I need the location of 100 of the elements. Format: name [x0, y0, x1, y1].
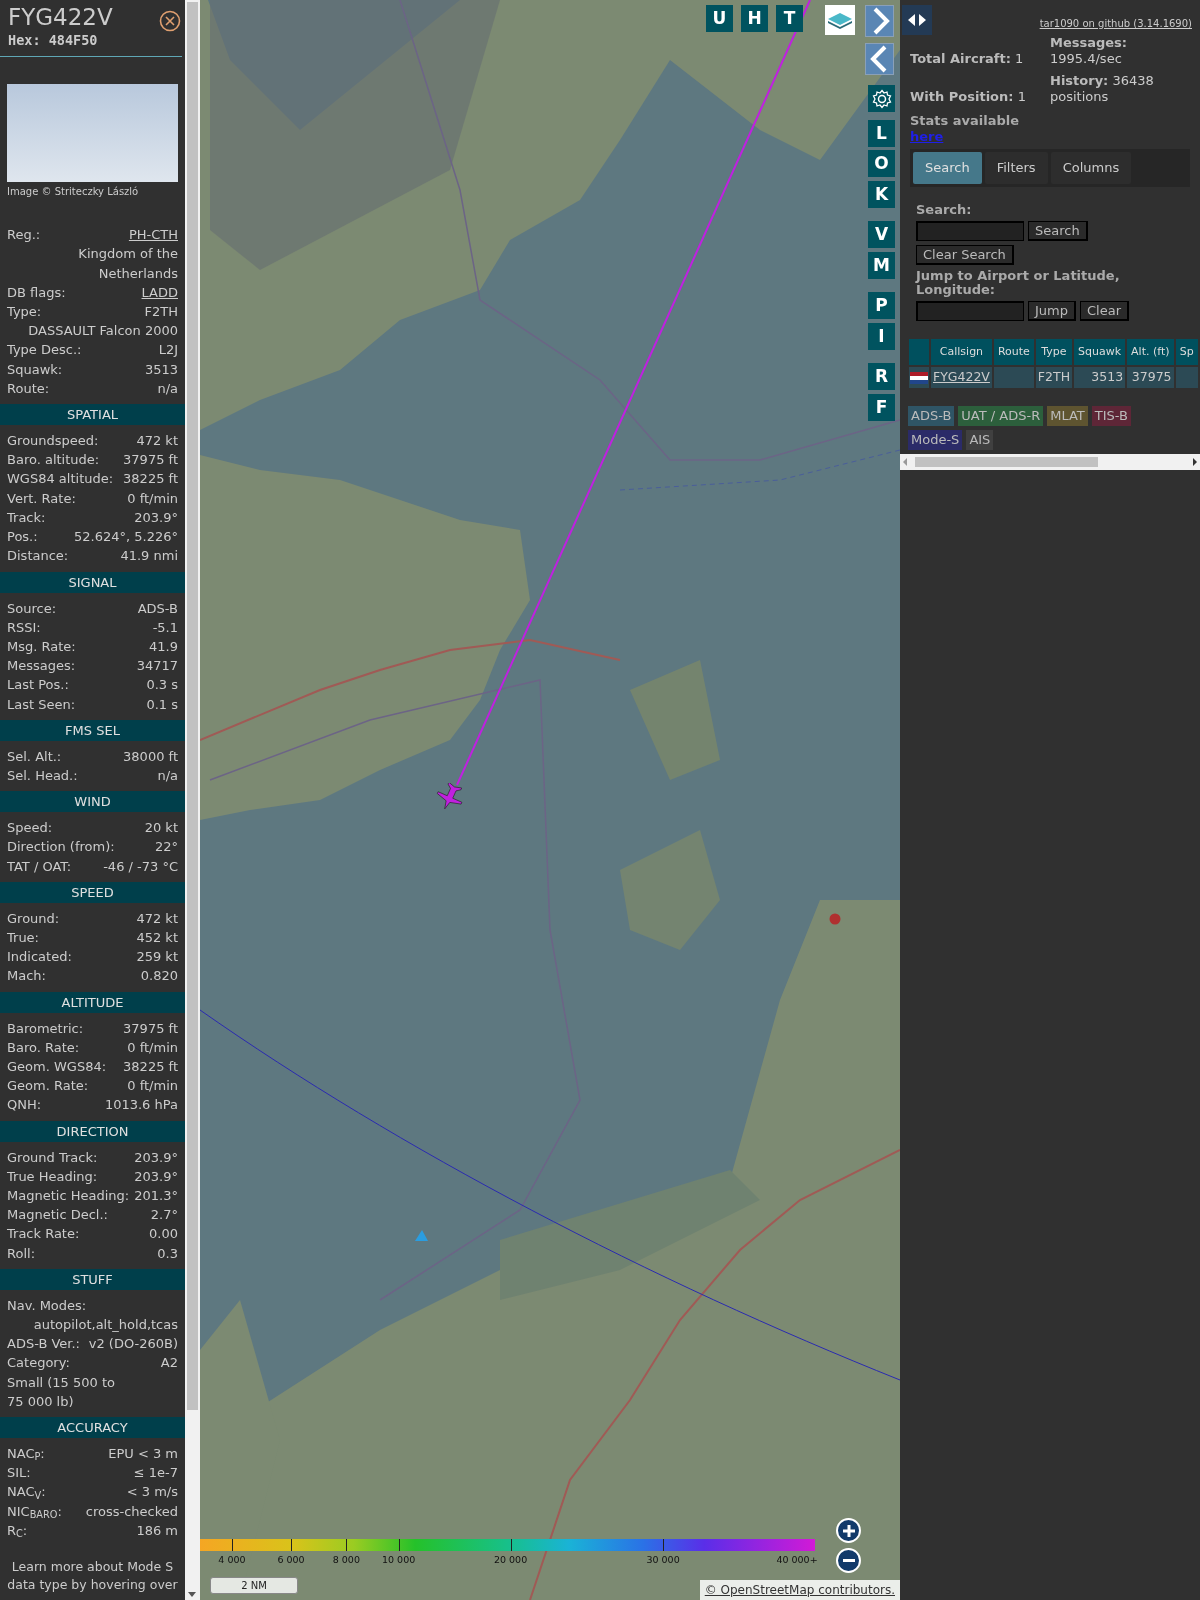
field-label: R$_{C}$: [7, 1521, 28, 1540]
section-header: SIGNAL [0, 571, 185, 593]
field-value: 2.7° [150, 1206, 178, 1225]
search-label: Search: [916, 202, 973, 217]
table-cell: 37975 [1127, 367, 1174, 388]
section-header: ALTITUDE [0, 991, 185, 1013]
field-label: QNH: [7, 1096, 42, 1115]
section-header: ACCURACY [0, 1417, 185, 1438]
field-value: L2J [158, 341, 178, 360]
field-value: 37975 ft [123, 1019, 178, 1038]
field-value: 203.9° [134, 1167, 178, 1186]
github-link[interactable]: tar1090 on github (3.14.1690) [1039, 16, 1192, 31]
field-label: Type Desc.: [7, 341, 82, 360]
flag-icon [910, 371, 928, 384]
field-label: Track: [7, 508, 46, 527]
photo-credit: Image © Striteczky László [6, 185, 140, 200]
table-cell [993, 367, 1034, 388]
jump-label: Jump to Airport or Latitude, Longitude: [916, 268, 1121, 297]
field-label: Reg.: [7, 226, 41, 245]
layers-button[interactable] [825, 5, 855, 35]
map-toggle-button[interactable]: L [868, 120, 895, 147]
field-value: 186 m [136, 1521, 178, 1540]
search-button[interactable]: Search [1028, 220, 1088, 241]
tab[interactable]: Search [913, 152, 982, 184]
field-label: Category: [7, 1354, 70, 1373]
map-toggle-button[interactable]: V [868, 221, 895, 248]
field-label: Source: [7, 599, 57, 618]
expand-button[interactable] [865, 5, 894, 37]
search-field[interactable] [916, 220, 1024, 241]
field-value: cross-checked [85, 1502, 178, 1521]
tab[interactable]: Filters [984, 152, 1048, 184]
field-value: 0.3 [157, 1244, 178, 1263]
field-label: Last Seen: [7, 695, 76, 714]
field-value: 0.820 [140, 967, 178, 986]
aircraft-marker-icon [829, 913, 841, 925]
section-header: SPEED [0, 881, 185, 903]
arrows-icon [907, 11, 927, 29]
stat-text: History: 36438 positions [1050, 73, 1155, 105]
triangle-marker-icon [414, 1229, 429, 1242]
clear-search-button[interactable]: Clear Search [916, 244, 1014, 265]
horizontal-scrollbar[interactable] [900, 453, 1200, 470]
field-value: 52.624°, 5.226° [74, 528, 178, 547]
vertical-scrollbar[interactable] [185, 0, 200, 1600]
jump-field[interactable] [916, 300, 1024, 321]
map-toggle-button[interactable]: I [868, 323, 895, 350]
map-toggle-button[interactable]: H [741, 5, 768, 32]
field-value: ≤ 1e-7 [133, 1464, 178, 1483]
tab[interactable]: Columns [1050, 152, 1132, 184]
map-toggle-button[interactable]: O [868, 150, 895, 177]
jump-button[interactable]: Jump [1028, 300, 1076, 321]
field-value: 0.00 [149, 1225, 178, 1244]
column-header: Type [1035, 338, 1073, 365]
field-label: WGS84 altitude: [7, 470, 114, 489]
panel-toggle-button[interactable] [902, 5, 932, 35]
field-value: < 3 m/s [126, 1483, 178, 1502]
field-label: Speed: [7, 819, 53, 838]
stat-text: With Position: 1 [910, 89, 1027, 105]
attribution-link[interactable]: © OpenStreetMap contributors. [699, 1580, 900, 1600]
field-label: Ground: [7, 909, 60, 928]
field-value: 472 kt [136, 432, 178, 451]
map-toggle-button[interactable]: U [706, 5, 733, 32]
map-toggle-button[interactable]: F [868, 394, 895, 421]
section-header: SPATIAL [0, 404, 185, 426]
field-label: Pos.: [7, 528, 38, 547]
source-tag: AIS [966, 429, 994, 450]
map-toggle-button[interactable]: P [868, 292, 895, 319]
plus-icon [842, 1524, 855, 1537]
map-toggle-button[interactable]: K [868, 181, 895, 208]
field-value: -5.1 [152, 618, 178, 637]
table-cell: F2TH [1035, 367, 1073, 388]
field-value: 0 ft/min [127, 489, 178, 508]
field-label: NIC$_{BARO}$: [7, 1502, 62, 1521]
settings-button[interactable] [868, 85, 895, 112]
field-label: Squawk: [7, 360, 63, 379]
field-link[interactable]: PH-CTH [128, 225, 178, 245]
field-label: Geom. Rate: [7, 1077, 89, 1096]
map-toggle-button[interactable]: T [776, 5, 803, 32]
field-label: True: [7, 928, 39, 947]
field-value: EPU < 3 m [108, 1445, 178, 1463]
field-link[interactable]: LADD [141, 282, 178, 303]
field-value: 38225 ft [123, 470, 178, 489]
field-label: Mach: [7, 967, 46, 986]
collapse-button[interactable] [865, 43, 894, 75]
clear-button[interactable]: Clear [1080, 300, 1129, 321]
close-button[interactable] [159, 8, 181, 32]
field-label: Ground Track: [7, 1148, 98, 1167]
column-header: Alt. (ft) [1127, 338, 1174, 365]
field-value: 203.9° [134, 1148, 178, 1167]
stat-text: Total Aircraft: 1 [910, 51, 1025, 67]
table-cell: 3513 [1074, 367, 1126, 388]
field-label: True Heading: [7, 1167, 98, 1186]
field-value: 0 ft/min [127, 1077, 178, 1096]
field-value: n/a [157, 379, 178, 398]
field-label: Msg. Rate: [7, 637, 76, 656]
stats-text: Stats available [910, 113, 1020, 128]
field-value: 472 kt [136, 909, 178, 928]
aircraft-callsign: FYG422V [8, 4, 113, 30]
map-toggle-button[interactable]: M [868, 252, 895, 279]
map-toggle-button[interactable]: R [868, 363, 895, 390]
field-value: 37975 ft [123, 451, 178, 470]
